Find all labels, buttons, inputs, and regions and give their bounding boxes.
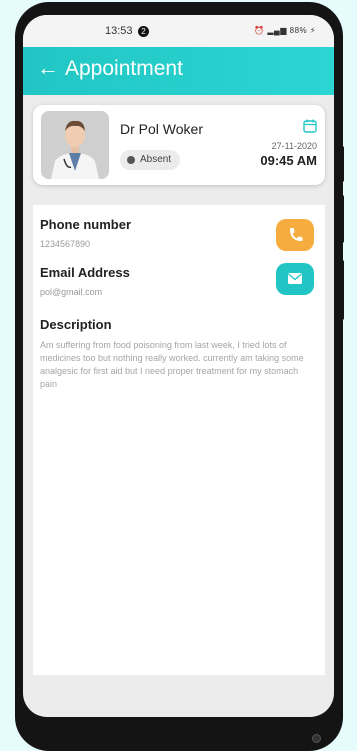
details-panel: Phone number 1234567890 Email Address po…: [33, 205, 325, 675]
mail-icon: [288, 273, 302, 284]
phone-value: 1234567890: [40, 239, 91, 249]
volume-button: [340, 195, 344, 243]
back-arrow-icon[interactable]: ←: [37, 57, 59, 79]
phone-icon: [290, 228, 303, 241]
camera-icon: [312, 734, 321, 743]
description-text: Am suffering from food poisoning from la…: [40, 340, 304, 389]
email-label: Email Address: [40, 265, 130, 280]
email-button[interactable]: [276, 263, 314, 295]
page-title: Appointment: [65, 57, 183, 80]
doctor-name: Dr Pol Woker: [120, 121, 203, 137]
doctor-avatar: [41, 111, 109, 179]
status-badge: Absent: [120, 150, 180, 170]
battery-percent: 88%: [289, 26, 308, 35]
appointment-time: 09:45 AM: [260, 153, 317, 168]
email-value: pol@gmail.com: [40, 287, 103, 297]
status-dot-icon: [127, 156, 135, 164]
phone-label: Phone number: [40, 217, 132, 232]
call-button[interactable]: [276, 219, 314, 251]
doctor-card[interactable]: Dr Pol Woker Absent 27-11-2020 09:45 AM: [33, 105, 325, 185]
app-bar: ← Appointment: [23, 47, 334, 95]
signal-icon: ▂▄▆: [267, 26, 287, 35]
description-label: Description: [40, 317, 112, 332]
alarm-icon: ⏰: [254, 26, 265, 35]
status-time: 13:53: [105, 25, 133, 37]
battery-icon: ⚡: [309, 26, 316, 35]
appointment-date: 27-11-2020: [271, 141, 317, 151]
volume-button: [340, 146, 344, 182]
status-icons: ⏰ ▂▄▆ 88% ⚡: [254, 26, 316, 35]
power-button: [340, 260, 344, 320]
calendar-icon: [303, 119, 317, 133]
notification-badge: 2: [138, 26, 149, 37]
app-screen: 13:53 2 ⏰ ▂▄▆ 88% ⚡ ← Appointment Dr Pol…: [23, 15, 334, 717]
status-bar: 13:53 2 ⏰ ▂▄▆ 88% ⚡: [23, 15, 334, 47]
status-label: Absent: [140, 154, 172, 165]
